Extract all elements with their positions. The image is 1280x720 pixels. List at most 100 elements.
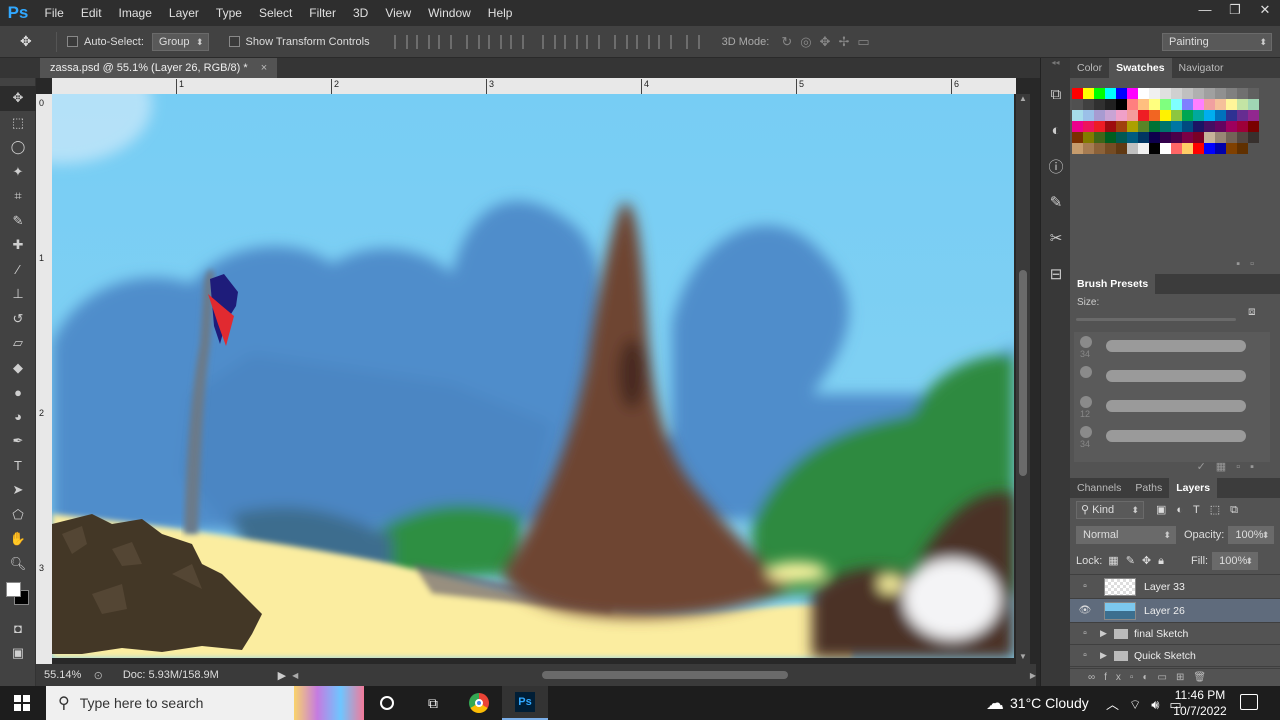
swatch[interactable] xyxy=(1215,121,1226,132)
layer-row[interactable]: ▫ ▶ final Sketch xyxy=(1070,623,1280,645)
swatch[interactable] xyxy=(1193,99,1204,110)
swatch[interactable] xyxy=(1149,110,1160,121)
brush-tool[interactable]: ⁄ xyxy=(0,258,36,283)
swatch[interactable] xyxy=(1182,143,1193,154)
status-menu-arrow[interactable]: ▶ xyxy=(278,669,286,682)
scroll-up-arrow[interactable]: ▲ xyxy=(1016,94,1030,106)
swatch[interactable] xyxy=(1116,132,1127,143)
swatch[interactable] xyxy=(1105,88,1116,99)
menu-type[interactable]: Type xyxy=(207,0,250,26)
align-vcenter-icon[interactable] xyxy=(415,34,430,49)
menu-layer[interactable]: Layer xyxy=(160,0,207,26)
tab-layers[interactable]: Layers xyxy=(1169,478,1218,498)
distribute-bottom-icon[interactable] xyxy=(585,34,600,49)
cortana-icon[interactable] xyxy=(364,686,410,720)
swatch[interactable] xyxy=(1116,143,1127,154)
clone-stamp-tool[interactable]: ⊥ xyxy=(0,282,36,307)
swatch[interactable] xyxy=(1182,132,1193,143)
swatch[interactable] xyxy=(1248,132,1259,143)
swatch[interactable] xyxy=(1138,88,1149,99)
swatch[interactable] xyxy=(1072,143,1083,154)
close-button[interactable]: ✕ xyxy=(1250,0,1280,20)
swatch[interactable] xyxy=(1160,99,1171,110)
swatch[interactable] xyxy=(1248,121,1259,132)
menu-filter[interactable]: Filter xyxy=(301,0,345,26)
menu-3d[interactable]: 3D xyxy=(344,0,376,26)
swatch[interactable] xyxy=(1149,121,1160,132)
swatch[interactable] xyxy=(1127,132,1138,143)
swatch[interactable] xyxy=(1182,110,1193,121)
menu-edit[interactable]: Edit xyxy=(72,0,110,26)
swatch[interactable] xyxy=(1248,88,1259,99)
distribute-left-icon[interactable] xyxy=(613,34,628,49)
swatch[interactable] xyxy=(1237,121,1248,132)
swatch[interactable] xyxy=(1149,143,1160,154)
distribute-right-icon[interactable] xyxy=(657,34,672,49)
auto-select-checkbox[interactable] xyxy=(67,36,78,47)
group-expand-icon[interactable]: ▶ xyxy=(1100,650,1112,661)
swatch[interactable] xyxy=(1127,99,1138,110)
layer-row[interactable]: 👁︎ Layer 26 xyxy=(1070,599,1280,623)
dock-collapse-icon[interactable]: ◂◂ xyxy=(1041,58,1070,76)
swatch[interactable] xyxy=(1072,88,1083,99)
swatch[interactable] xyxy=(1160,121,1171,132)
windows-start-icon[interactable] xyxy=(14,695,30,711)
swatch[interactable] xyxy=(1138,99,1149,110)
eraser-tool[interactable]: ▱ xyxy=(0,331,36,356)
task-view-icon[interactable]: ⧉ xyxy=(410,686,456,720)
swatch[interactable] xyxy=(1215,99,1226,110)
swatch[interactable] xyxy=(1237,132,1248,143)
swatch[interactable] xyxy=(1116,88,1127,99)
swatch[interactable] xyxy=(1193,143,1204,154)
clone-source-icon[interactable]: ⊟ xyxy=(1041,256,1071,292)
brush-preset-item[interactable]: 34 xyxy=(1074,422,1270,452)
align-left-icon[interactable] xyxy=(465,34,480,49)
swatch[interactable] xyxy=(1083,99,1094,110)
brush-size-slider[interactable] xyxy=(1076,318,1236,321)
swatch[interactable] xyxy=(1237,99,1248,110)
move-tool[interactable]: ✥ xyxy=(0,86,36,111)
magic-wand-tool[interactable]: ✦ xyxy=(0,160,36,185)
swatch[interactable] xyxy=(1204,88,1215,99)
auto-select-dropdown[interactable]: Group xyxy=(151,32,209,51)
hand-tool[interactable]: ✋ xyxy=(0,527,36,552)
swatch[interactable] xyxy=(1138,143,1149,154)
quick-mask-icon[interactable]: ◘ xyxy=(0,616,36,641)
swatch[interactable] xyxy=(1127,110,1138,121)
swatch[interactable] xyxy=(1215,110,1226,121)
swatch[interactable] xyxy=(1105,110,1116,121)
distribute-top-icon[interactable] xyxy=(541,34,556,49)
menu-image[interactable]: Image xyxy=(110,0,160,26)
show-transform-checkbox[interactable] xyxy=(228,36,240,47)
document-tab-close[interactable]: × xyxy=(261,62,267,74)
swatch[interactable] xyxy=(1105,132,1116,143)
swatch[interactable] xyxy=(1160,110,1171,121)
swatch[interactable] xyxy=(1237,143,1248,154)
swatch[interactable] xyxy=(1127,143,1138,154)
swatch[interactable] xyxy=(1072,99,1083,110)
swatch[interactable] xyxy=(1072,110,1083,121)
layer-filter-kind[interactable]: ⚲ Kind xyxy=(1076,501,1144,519)
eyedropper-tool[interactable]: ✎ xyxy=(0,209,36,234)
screen-mode-icon[interactable]: ▣ xyxy=(0,641,36,666)
swatch[interactable] xyxy=(1094,88,1105,99)
layer-filter-icons[interactable]: ▣◐T⬚⧉ xyxy=(1156,503,1248,517)
swatch[interactable] xyxy=(1204,121,1215,132)
swatch[interactable] xyxy=(1094,121,1105,132)
layer-visibility-icon[interactable]: ▫ xyxy=(1070,628,1100,639)
swatch[interactable] xyxy=(1094,132,1105,143)
swatch[interactable] xyxy=(1171,88,1182,99)
history-brush-tool[interactable]: ↺ xyxy=(0,307,36,332)
swatch[interactable] xyxy=(1237,88,1248,99)
menu-select[interactable]: Select xyxy=(250,0,300,26)
group-expand-icon[interactable]: ▶ xyxy=(1100,628,1112,639)
swatch[interactable] xyxy=(1149,132,1160,143)
info-panel-icon[interactable]: ⓘ xyxy=(1041,148,1071,184)
swatch[interactable] xyxy=(1171,110,1182,121)
notification-icon[interactable] xyxy=(1240,694,1258,710)
swatch[interactable] xyxy=(1215,88,1226,99)
align-top-icon[interactable] xyxy=(393,34,408,49)
minimize-button[interactable]: — xyxy=(1190,0,1220,20)
tab-paths[interactable]: Paths xyxy=(1128,478,1169,498)
swatch[interactable] xyxy=(1083,143,1094,154)
